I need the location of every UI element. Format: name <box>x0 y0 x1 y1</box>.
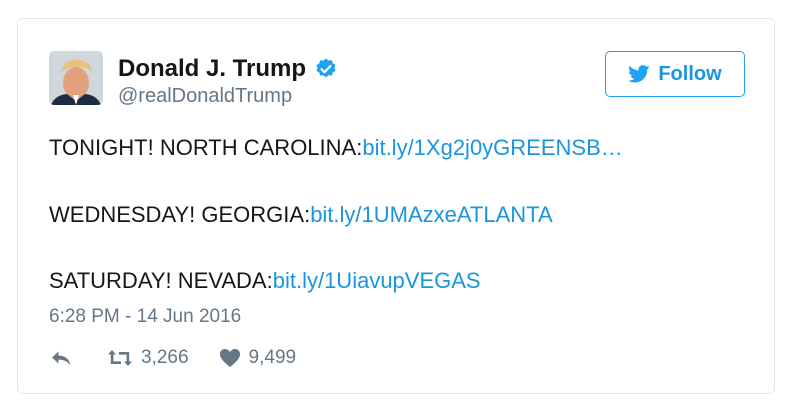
tweet-line: WEDNESDAY! GEORGIA:bit.ly/1UMAzxeATLANTA <box>49 202 553 228</box>
tweet-line-text: WEDNESDAY! GEORGIA: <box>49 202 311 227</box>
tweet-link[interactable]: bit.ly/1Xg2j0yGREENSB… <box>362 135 622 160</box>
retweet-icon <box>108 350 132 366</box>
tweet-timestamp[interactable]: 6:28 PM - 14 Jun 2016 <box>49 306 241 328</box>
like-button[interactable]: 9,499 <box>219 347 297 369</box>
tweet-link[interactable]: bit.ly/1UMAzxeATLANTA <box>310 202 552 227</box>
author-name[interactable]: Donald J. Trump <box>118 55 306 83</box>
author-handle[interactable]: @realDonaldTrump <box>118 85 292 108</box>
tweet-card: Donald J. Trump @realDonaldTrump Follow … <box>17 18 775 394</box>
tweet-actions: 3,266 9,499 <box>49 345 296 371</box>
tweet-line: SATURDAY! NEVADA:bit.ly/1UiavupVEGAS <box>49 268 481 294</box>
avatar-image <box>49 51 103 105</box>
tweet-line-text: TONIGHT! NORTH CAROLINA: <box>49 135 363 160</box>
reply-button[interactable] <box>49 348 73 368</box>
retweet-button[interactable]: 3,266 <box>107 347 189 369</box>
heart-icon <box>219 349 240 367</box>
tweet-line-text: SATURDAY! NEVADA: <box>49 268 273 293</box>
retweet-count: 3,266 <box>141 347 189 368</box>
author-name-row[interactable]: Donald J. Trump <box>118 55 338 83</box>
follow-button[interactable]: Follow <box>605 51 745 97</box>
avatar[interactable] <box>49 51 103 105</box>
verified-badge-icon <box>314 57 338 81</box>
follow-button-label: Follow <box>658 62 722 85</box>
tweet-link[interactable]: bit.ly/1UiavupVEGAS <box>273 268 481 293</box>
like-count: 9,499 <box>248 347 297 368</box>
twitter-bird-icon <box>628 65 650 83</box>
reply-icon <box>52 351 70 365</box>
tweet-line: TONIGHT! NORTH CAROLINA:bit.ly/1Xg2j0yGR… <box>49 135 623 161</box>
